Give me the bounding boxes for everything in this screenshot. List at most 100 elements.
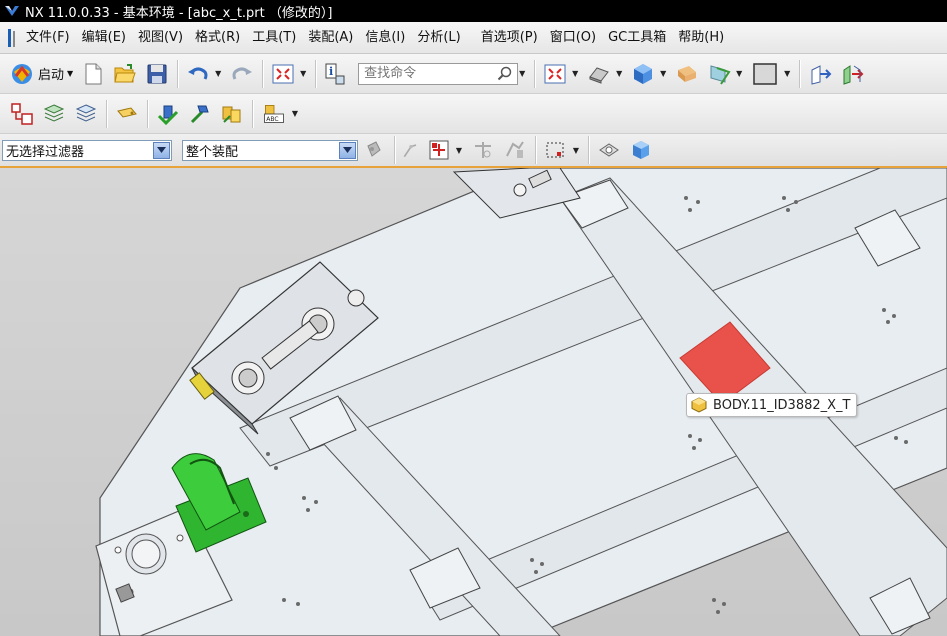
- fit-view-icon: [272, 64, 294, 83]
- new-button[interactable]: [79, 60, 107, 88]
- attribute-button[interactable]: ABC: [259, 100, 289, 128]
- toolbar-separator: [177, 59, 179, 88]
- undo-dropdown-icon[interactable]: ▼: [214, 60, 222, 88]
- select-body-button[interactable]: [627, 136, 655, 164]
- search-icon[interactable]: [497, 66, 513, 82]
- command-search-input[interactable]: [362, 65, 497, 82]
- nx-logo-icon: [5, 6, 19, 16]
- layer-settings-button[interactable]: [40, 100, 68, 128]
- command-finder-button[interactable]: i: [322, 60, 350, 88]
- label-button[interactable]: [113, 100, 141, 128]
- assembly-toolbar: ABC ▼: [0, 94, 947, 134]
- window-title: NX 11.0.0.33 - 基本环境 - [abc_x_t.prt （修改的）…: [25, 5, 333, 21]
- standard-toolbar: 启动 ▼ ▼ ▼ i 查找命令 ▼ ▼ ▼ ▼ ▼ ▼: [0, 54, 947, 94]
- menu-information[interactable]: 信息(I): [359, 26, 411, 50]
- selection-filter-value: 无选择过滤器: [6, 144, 85, 160]
- title-bar: NX 11.0.0.33 - 基本环境 - [abc_x_t.prt （修改的）…: [0, 0, 947, 22]
- menu-format[interactable]: 格式(R): [189, 26, 246, 50]
- render-style-button[interactable]: [629, 60, 657, 88]
- move-component-button[interactable]: [806, 60, 834, 88]
- background-color-icon: [753, 62, 777, 85]
- hammer-icon: [190, 105, 209, 123]
- open-button[interactable]: [111, 60, 139, 88]
- assembly-constraint-icon: [843, 64, 864, 85]
- lighting-button[interactable]: [673, 60, 701, 88]
- replace-component-icon: [222, 106, 241, 123]
- section-view-button[interactable]: [705, 60, 733, 88]
- menu-view[interactable]: 视图(V): [132, 26, 189, 50]
- orient-dropdown-icon[interactable]: ▼: [615, 60, 623, 88]
- box-select-icon: [546, 142, 564, 158]
- menu-assembly[interactable]: 装配(A): [302, 26, 359, 50]
- move-component-icon: [811, 64, 832, 85]
- save-icon: [147, 64, 167, 83]
- fit-button[interactable]: [541, 60, 569, 88]
- search-dropdown-icon[interactable]: ▼: [518, 60, 526, 88]
- reference-set-icon: [75, 103, 97, 122]
- select-feature-icon: [403, 144, 417, 158]
- show-only-button[interactable]: [595, 136, 623, 164]
- start-icon: [12, 63, 32, 84]
- fit-icon: [544, 64, 566, 83]
- select-point-button[interactable]: [425, 136, 453, 164]
- menu-file[interactable]: 文件(F): [20, 26, 76, 50]
- menu-edit[interactable]: 编辑(E): [76, 26, 132, 50]
- selection-scope-dropdown[interactable]: 整个装配: [182, 139, 358, 161]
- box-select-dropdown-icon[interactable]: ▼: [572, 136, 580, 164]
- component-icon: [691, 397, 707, 413]
- start-label: 启动: [38, 68, 65, 83]
- snap-point-icon: [367, 141, 381, 157]
- select-feature-button[interactable]: [401, 136, 421, 164]
- chevron-down-icon[interactable]: [153, 141, 170, 159]
- graphics-window[interactable]: BODY.11_ID3882_X_T: [0, 168, 947, 636]
- save-button[interactable]: [143, 60, 171, 88]
- background-dropdown-icon[interactable]: ▼: [783, 60, 791, 88]
- menu-gc-toolkit[interactable]: GC工具箱: [602, 26, 672, 50]
- assembly-navigator-button[interactable]: [8, 100, 36, 128]
- lighting-icon: [678, 65, 697, 82]
- menu-preferences[interactable]: 首选项(P): [475, 26, 544, 50]
- menu-help[interactable]: 帮助(H): [672, 26, 730, 50]
- chevron-down-icon[interactable]: [339, 141, 356, 159]
- shaded-cube-icon: [634, 63, 653, 84]
- replace-component-button[interactable]: [218, 100, 246, 128]
- curve-snap-icon: [506, 141, 524, 158]
- fit-dropdown-icon[interactable]: ▼: [571, 60, 579, 88]
- component-tooltip-label: BODY.11_ID3882_X_T: [713, 397, 851, 413]
- toolbar-separator: [535, 136, 536, 164]
- attribute-dropdown-icon[interactable]: ▼: [291, 100, 299, 128]
- intersection-button[interactable]: [469, 136, 497, 164]
- background-button[interactable]: [749, 60, 781, 88]
- fit-view-button[interactable]: [269, 60, 297, 88]
- toolbar-separator: [315, 59, 317, 88]
- start-button[interactable]: 启动 ▼: [6, 59, 77, 89]
- assembly-constraint-button[interactable]: [838, 60, 866, 88]
- render-style-dropdown-icon[interactable]: ▼: [659, 60, 667, 88]
- menubar-grip-icon[interactable]: [6, 28, 20, 48]
- reference-set-button[interactable]: [72, 100, 100, 128]
- menu-tools[interactable]: 工具(T): [246, 26, 302, 50]
- add-component-icon: [157, 105, 179, 125]
- solid-body-icon: [633, 141, 649, 159]
- snap-point-button[interactable]: [360, 136, 388, 164]
- menu-analysis[interactable]: 分析(L): [411, 26, 466, 50]
- command-search-box[interactable]: [358, 62, 519, 85]
- view-dropdown-icon[interactable]: ▼: [299, 60, 307, 88]
- select-point-dropdown-icon[interactable]: ▼: [455, 136, 463, 164]
- section-dropdown-icon[interactable]: ▼: [735, 60, 743, 88]
- menu-bar: 文件(F) 编辑(E) 视图(V) 格式(R) 工具(T) 装配(A) 信息(I…: [0, 22, 947, 54]
- redo-button[interactable]: [228, 60, 256, 88]
- layers-icon: [43, 103, 65, 122]
- box-select-button[interactable]: [542, 136, 570, 164]
- selection-filter-dropdown[interactable]: 无选择过滤器: [2, 139, 172, 161]
- orient-view-button[interactable]: [585, 60, 613, 88]
- undo-button[interactable]: [184, 60, 212, 88]
- curve-snap-button[interactable]: [501, 136, 529, 164]
- intersection-icon: [475, 142, 491, 158]
- menu-window[interactable]: 窗口(O): [544, 26, 602, 50]
- selection-bar: 无选择过滤器 整个装配 ▼ ▼: [0, 134, 947, 168]
- component-properties-button[interactable]: [186, 100, 214, 128]
- add-component-button[interactable]: [154, 100, 182, 128]
- open-folder-icon: [114, 63, 136, 82]
- start-dropdown-icon: ▼: [67, 69, 74, 78]
